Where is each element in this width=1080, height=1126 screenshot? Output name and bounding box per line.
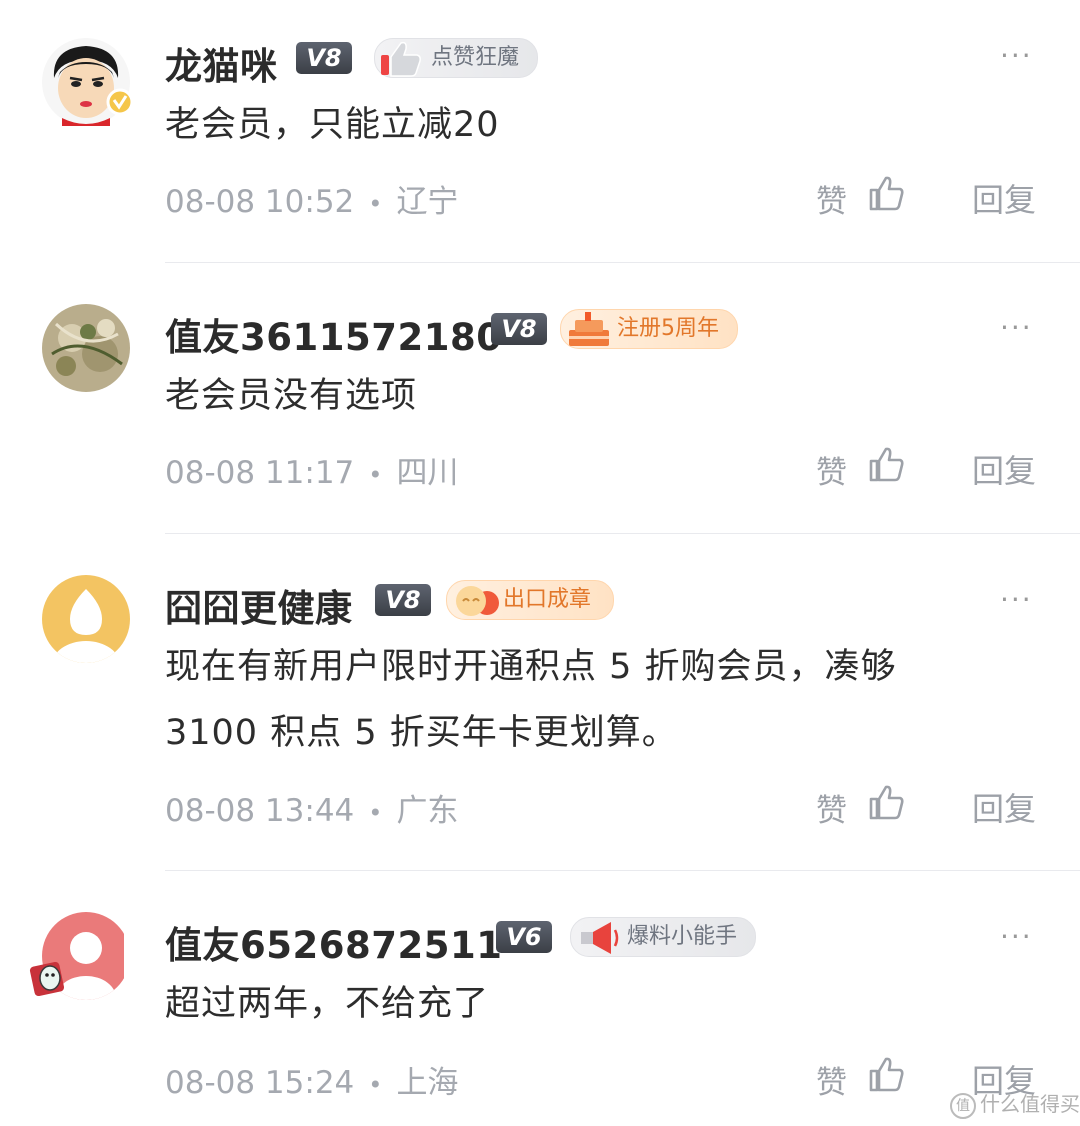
comment-text: 老会员，只能立减20	[165, 105, 500, 145]
reply-button[interactable]: 回复	[972, 446, 1036, 492]
level-badge: V8	[491, 313, 547, 345]
comment-time: 08-08 11:17	[165, 455, 355, 491]
like-label[interactable]: 赞	[816, 1057, 847, 1102]
more-options-button[interactable]: ···	[1000, 923, 1044, 951]
medal-badge[interactable]: 爆料小能手	[570, 917, 757, 957]
comment-text-line: 3100 积点 5 折买年卡更划算。	[165, 713, 678, 753]
more-options-button[interactable]: ···	[1000, 314, 1044, 342]
level-badge: V8	[375, 584, 431, 616]
avatar[interactable]	[42, 38, 134, 126]
like-label[interactable]: 赞	[816, 447, 847, 492]
food-photo-avatar-icon	[42, 304, 130, 392]
medal-badge[interactable]: 点赞狂魔	[374, 38, 539, 78]
watermark: 值什么值得买	[950, 1088, 1080, 1119]
comment-text: 超过两年，不给充了	[165, 984, 490, 1024]
comment-location: 广东	[396, 793, 459, 829]
avatar[interactable]	[42, 304, 130, 392]
cake-badge-icon	[565, 310, 613, 363]
reply-button[interactable]: 回复	[972, 784, 1036, 830]
medal-badge-label: 点赞狂魔	[431, 45, 520, 70]
user-name[interactable]: 龙猫咪	[165, 36, 278, 90]
separator-dot: •	[368, 460, 383, 489]
megaphone-badge-icon	[575, 918, 623, 971]
comment-time: 08-08 10:52	[165, 184, 355, 220]
like-label[interactable]: 赞	[816, 176, 847, 221]
medal-badge-label: 爆料小能手	[627, 924, 738, 949]
reply-button[interactable]: 回复	[972, 175, 1036, 221]
comment-time: 08-08 15:24	[165, 1065, 355, 1101]
medal-badge-label: 出口成章	[503, 587, 592, 612]
level-badge: V8	[296, 42, 352, 74]
more-options-button[interactable]: ···	[1000, 586, 1044, 614]
level-badge: V6	[496, 921, 552, 953]
cartoon-face-avatar-icon	[42, 38, 134, 126]
emoji-badge-icon	[451, 581, 503, 634]
comment-meta: 08-08 11:17 • 四川	[165, 447, 458, 492]
user-name[interactable]: 值友6526872511	[165, 915, 502, 969]
comment-meta: 08-08 13:44 • 广东	[165, 785, 458, 830]
more-options-button[interactable]: ···	[1000, 42, 1044, 70]
thumbs-up-icon[interactable]	[866, 174, 906, 218]
separator-dot: •	[368, 798, 383, 827]
comment-meta: 08-08 10:52 • 辽宁	[165, 176, 458, 221]
comment-text: 老会员没有选项	[165, 376, 418, 416]
watermark-text: 什么值得买	[980, 1092, 1080, 1116]
medal-badge[interactable]: 注册5周年	[560, 309, 738, 349]
medal-badge-label: 注册5周年	[617, 316, 719, 341]
comment-location: 四川	[396, 455, 459, 491]
avatar[interactable]	[42, 575, 130, 663]
separator-dot: •	[368, 1070, 383, 1099]
comment-location: 辽宁	[396, 184, 459, 220]
divider	[165, 262, 1080, 263]
default-red-avatar-icon	[29, 912, 124, 1000]
thumbs-up-icon[interactable]	[866, 783, 906, 827]
default-yellow-avatar-icon	[42, 575, 130, 663]
comment-meta: 08-08 15:24 • 上海	[165, 1057, 458, 1102]
divider	[165, 870, 1080, 871]
smzdm-logo-icon: 值	[950, 1092, 976, 1119]
comment-location: 上海	[396, 1065, 459, 1101]
comment-text-line: 现在有新用户限时开通积点 5 折购会员，凑够	[165, 647, 897, 687]
separator-dot: •	[368, 189, 383, 218]
thumbs-up-icon[interactable]	[866, 445, 906, 489]
avatar[interactable]	[29, 912, 130, 1000]
like-label[interactable]: 赞	[816, 785, 847, 830]
divider	[165, 533, 1080, 534]
comment-time: 08-08 13:44	[165, 793, 355, 829]
user-name[interactable]: 值友3611572180	[165, 307, 502, 361]
thumbs-up-badge-icon	[379, 39, 423, 92]
comment-text: 现在有新用户限时开通积点 5 折购会员，凑够 3100 积点 5 折买年卡更划算…	[165, 634, 985, 766]
user-name[interactable]: 囧囧更健康	[165, 578, 353, 632]
thumbs-up-icon[interactable]	[866, 1055, 906, 1099]
medal-badge[interactable]: 出口成章	[446, 580, 615, 620]
